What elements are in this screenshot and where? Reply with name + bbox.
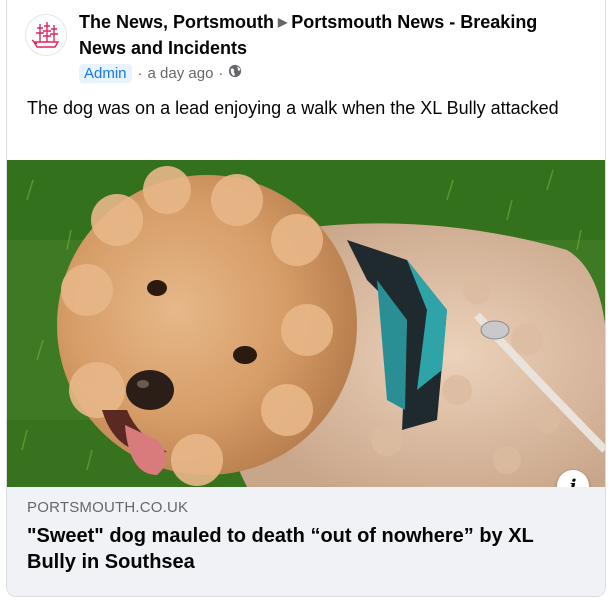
dog-photo-illustration (7, 160, 605, 487)
post-time[interactable]: a day ago (148, 65, 214, 82)
post-text: The dog was on a lead enjoying a walk wh… (27, 98, 559, 118)
link-headline[interactable]: "Sweet" dog mauled to death “out of nowh… (27, 523, 587, 575)
post-meta: Admin · a day ago · (79, 62, 242, 84)
globe-icon[interactable] (228, 64, 242, 82)
author-name[interactable]: The News, Portsmouth (79, 12, 274, 32)
page-avatar[interactable] (25, 14, 67, 56)
link-preview[interactable]: PORTSMOUTH.CO.UK "Sweet" dog mauled to d… (7, 487, 605, 596)
meta-separator: · (137, 64, 143, 82)
triangle-right-icon: ▶ (278, 15, 288, 29)
dog-photo[interactable] (7, 160, 605, 487)
meta-separator: · (218, 64, 224, 82)
link-domain: PORTSMOUTH.CO.UK (27, 499, 189, 516)
post-card: The News, Portsmouth ▶ Portsmouth News - B… (6, 0, 606, 597)
admin-badge: Admin (79, 63, 132, 83)
post-title: The News, Portsmouth ▶ Portsmouth News - B… (79, 10, 579, 60)
ship-logo-icon (31, 22, 60, 48)
